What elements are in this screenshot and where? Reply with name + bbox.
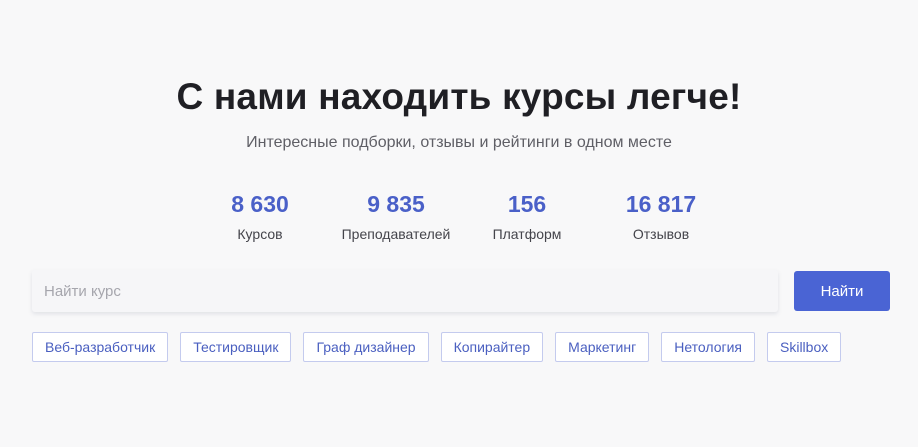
stat-label: Платформ — [492, 226, 562, 242]
search-button[interactable]: Найти — [794, 271, 890, 311]
stats-row: 8 630 Курсов 9 835 Преподавателей 156 Пл… — [0, 190, 918, 250]
stat-value: 156 — [507, 191, 547, 217]
stat-value: 8 630 — [231, 191, 289, 217]
page-subtitle: Интересные подборки, отзывы и рейтинги в… — [246, 134, 672, 151]
tag-marketing[interactable]: Маркетинг — [555, 332, 650, 362]
quick-tags: Веб-разработчик Тестировщик Граф дизайне… — [32, 332, 842, 362]
stat-teachers: 9 835 Преподавателей — [326, 190, 466, 242]
stat-reviews: 16 817 Отзывов — [591, 190, 731, 242]
search-input[interactable] — [32, 270, 778, 312]
tag-graphic-designer[interactable]: Граф дизайнер — [303, 332, 429, 362]
stat-platforms: 156 Платформ — [457, 190, 597, 242]
stat-value: 9 835 — [367, 191, 425, 217]
tag-tester[interactable]: Тестировщик — [180, 332, 292, 362]
tag-copywriter[interactable]: Копирайтер — [440, 332, 544, 362]
tag-web-developer[interactable]: Веб-разработчик — [32, 332, 169, 362]
stat-courses: 8 630 Курсов — [190, 190, 330, 242]
tag-netology[interactable]: Нетология — [661, 332, 755, 362]
stat-label: Преподавателей — [341, 226, 451, 242]
hero-section: С нами находить курсы легче! Интересные … — [0, 0, 918, 447]
stat-value: 16 817 — [625, 191, 697, 217]
stat-label: Курсов — [237, 226, 283, 242]
stat-label: Отзывов — [632, 226, 690, 242]
page-title: С нами находить курсы легче! — [176, 76, 742, 117]
tag-skillbox[interactable]: Skillbox — [767, 332, 842, 362]
